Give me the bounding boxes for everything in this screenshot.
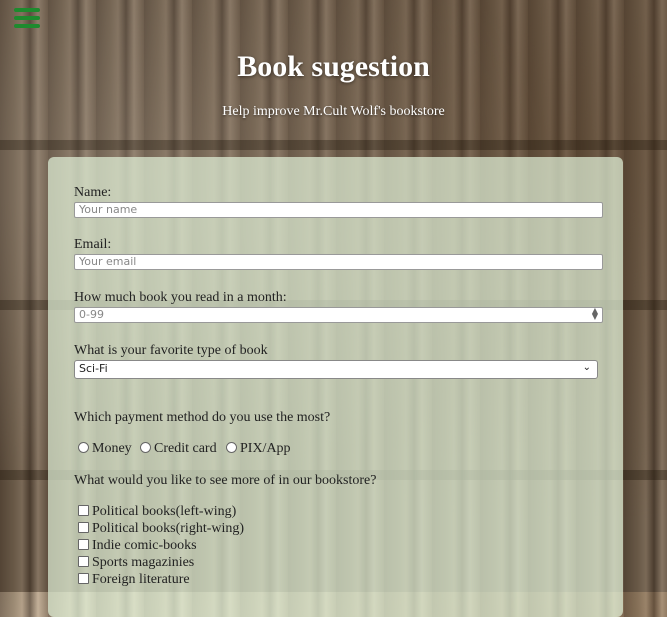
number-stepper-icon[interactable]: ▲ ▼: [592, 307, 598, 321]
payment-option-credit-card[interactable]: Credit card: [140, 441, 217, 457]
checkbox-political-right[interactable]: Political books(right-wing): [78, 521, 244, 537]
book-type-selected: Sci-Fi: [79, 362, 108, 375]
checkbox-sports-magazines[interactable]: Sports magazinies: [78, 555, 194, 571]
checkbox[interactable]: [78, 522, 89, 534]
checkbox[interactable]: [78, 539, 89, 551]
chevron-down-icon: ⌄: [582, 362, 591, 373]
page-subtitle: Help improve Mr.Cult Wolf's bookstore: [222, 104, 445, 119]
name-label: Name:: [74, 185, 112, 200]
name-input[interactable]: [74, 202, 603, 218]
email-input[interactable]: [74, 254, 603, 270]
email-label: Email:: [74, 237, 112, 252]
checkbox-indie-comics[interactable]: Indie comic-books: [78, 538, 197, 554]
checkbox[interactable]: [78, 573, 89, 585]
checkbox-foreign-literature[interactable]: Foreign literature: [78, 572, 190, 588]
radio-button[interactable]: [140, 442, 151, 454]
page-title: Book sugestion: [237, 50, 430, 83]
checkbox-political-left[interactable]: Political books(left-wing): [78, 504, 236, 520]
checkbox[interactable]: [78, 556, 89, 568]
payment-option-money[interactable]: Money: [78, 441, 132, 457]
books-per-month-label: How much book you read in a month:: [74, 290, 287, 305]
book-type-select[interactable]: Sci-Fi ⌄: [74, 360, 598, 379]
books-per-month-field: ▲▼: [74, 307, 603, 323]
radio-button[interactable]: [78, 442, 89, 454]
background-shelf: [0, 140, 667, 150]
hamburger-menu-icon[interactable]: [14, 8, 40, 30]
payment-option-pix[interactable]: PIX/App: [226, 441, 291, 457]
radio-button[interactable]: [226, 442, 237, 454]
payment-label: Which payment method do you use the most…: [74, 410, 331, 425]
books-per-month-input[interactable]: [74, 307, 603, 323]
book-type-label: What is your favorite type of book: [74, 343, 268, 358]
checkbox[interactable]: [78, 505, 89, 517]
more-of-label: What would you like to see more of in ou…: [74, 473, 377, 488]
